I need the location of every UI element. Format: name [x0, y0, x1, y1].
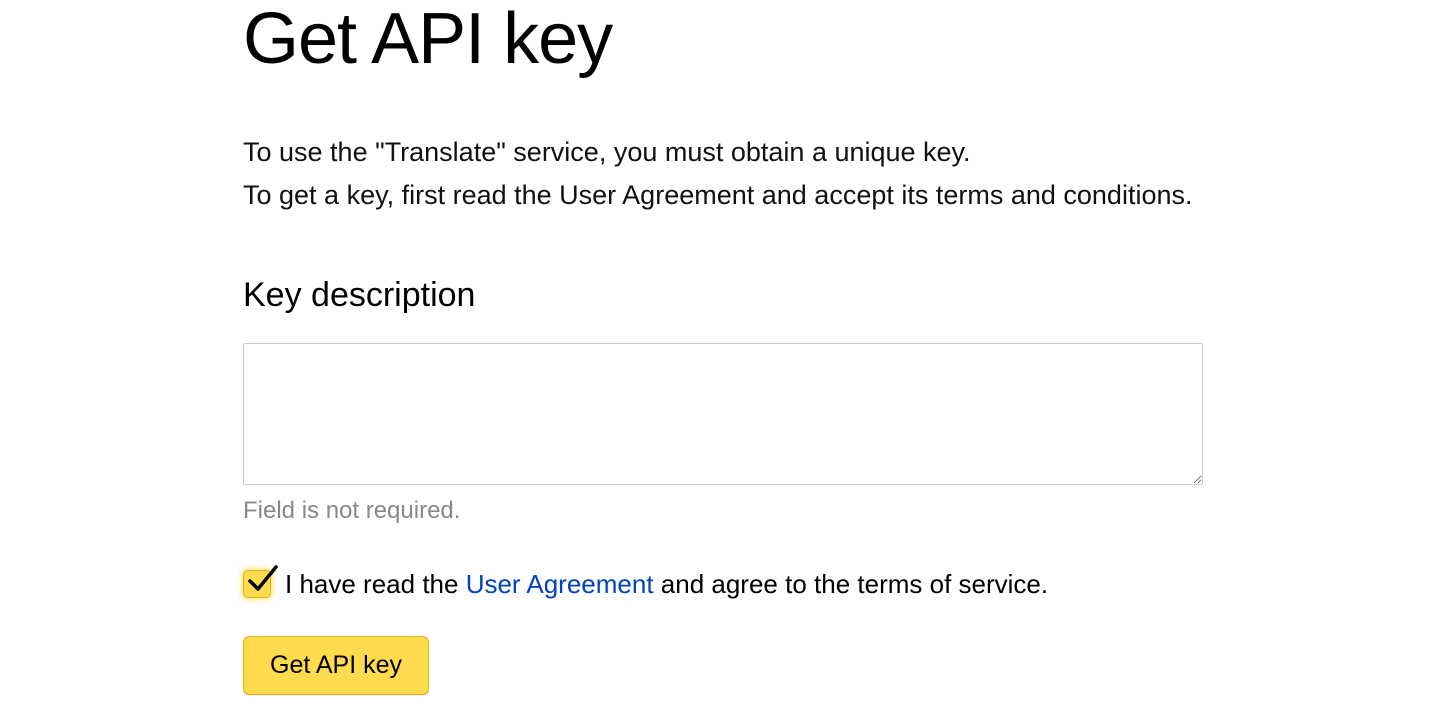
agreement-text-before: I have read the [285, 569, 466, 599]
intro-text: To use the "Translate" service, you must… [243, 131, 1210, 217]
get-api-key-button[interactable]: Get API key [243, 636, 429, 695]
intro-line-2: To get a key, first read the User Agreem… [243, 174, 1210, 217]
page-title: Get API key [243, 0, 1210, 79]
intro-line-1: To use the "Translate" service, you must… [243, 131, 1210, 174]
agreement-text-after: and agree to the terms of service. [654, 569, 1049, 599]
agreement-text: I have read the User Agreement and agree… [285, 569, 1048, 600]
agreement-checkbox[interactable] [243, 570, 271, 598]
user-agreement-link[interactable]: User Agreement [466, 569, 654, 599]
checkmark-icon [246, 563, 278, 595]
key-description-input[interactable] [243, 343, 1203, 485]
key-description-heading: Key description [243, 276, 1210, 315]
agreement-row: I have read the User Agreement and agree… [243, 569, 1210, 600]
field-hint: Field is not required. [243, 497, 1210, 525]
